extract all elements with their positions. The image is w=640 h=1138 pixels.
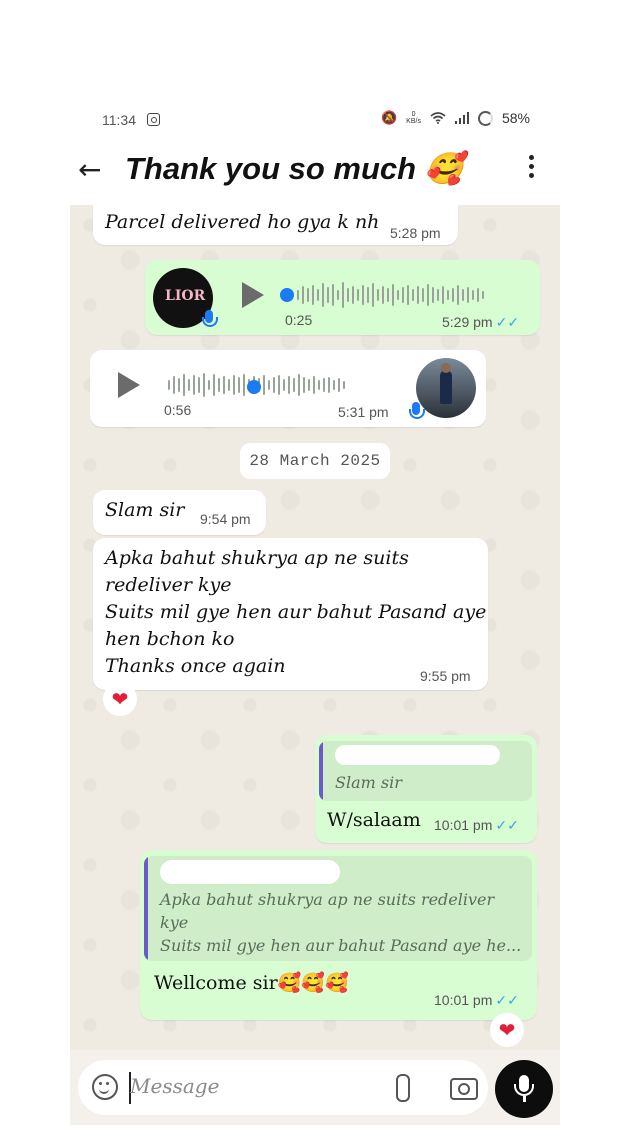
message-bubble-incoming[interactable]: Parcel delivered ho gya k nh 5:28 pm xyxy=(93,205,458,245)
message-text: W/salaam xyxy=(327,809,421,831)
voice-message-outgoing[interactable]: LIOR 0:25 5:29 pm ✓✓ xyxy=(145,260,540,335)
avatar-logo-text: LIOR xyxy=(165,288,206,304)
message-time: 10:01 pm ✓✓ xyxy=(434,817,519,834)
redacted-sender xyxy=(160,860,340,884)
quoted-text-block: Apka bahut shukrya ap ne suits redeliver… xyxy=(160,888,521,957)
status-bar: 11:34 🔕 0 KB/s 58% xyxy=(70,95,560,145)
quoted-text: Slam sir xyxy=(335,773,402,792)
voice-progress-handle[interactable] xyxy=(280,288,294,302)
voice-waveform[interactable] xyxy=(297,280,484,310)
net-speed-value: 0 xyxy=(411,111,416,118)
status-time: 11:34 xyxy=(102,112,136,128)
message-text-block: Apka bahut shukrya ap ne suits redeliver… xyxy=(105,545,486,680)
play-icon[interactable] xyxy=(242,282,264,308)
quoted-line: kye xyxy=(160,913,189,932)
heart-reaction-icon[interactable]: ❤ xyxy=(103,682,137,716)
avatar-head xyxy=(441,363,451,373)
reply-message-outgoing[interactable]: Apka bahut shukrya ap ne suits redeliver… xyxy=(140,850,537,1020)
microphone-icon xyxy=(202,310,218,327)
message-time-text: 10:01 pm xyxy=(434,817,493,833)
battery-ring-icon xyxy=(477,110,493,126)
message-bubble-incoming[interactable]: Slam sir 9:54 pm xyxy=(93,490,266,535)
more-options-icon[interactable] xyxy=(529,155,534,182)
chat-area: Parcel delivered ho gya k nh 5:28 pm LIO… xyxy=(70,205,560,1050)
battery-level: 58% xyxy=(501,110,530,126)
back-arrow-icon[interactable]: ← xyxy=(78,153,101,186)
microphone-icon xyxy=(409,402,425,419)
message-line: hen bchon ko xyxy=(105,628,235,650)
read-ticks-icon: ✓✓ xyxy=(495,817,519,833)
voice-progress-handle[interactable] xyxy=(247,380,261,394)
quote-bar xyxy=(319,741,323,801)
reply-message-outgoing[interactable]: Slam sir W/salaam 10:01 pm ✓✓ xyxy=(315,735,537,843)
message-time: 9:55 pm xyxy=(420,668,471,684)
quote-bar xyxy=(144,856,148,961)
message-line: Apka bahut shukrya ap ne suits xyxy=(105,547,409,569)
mute-bell-icon: 🔕 xyxy=(380,110,398,125)
sticker-icon[interactable] xyxy=(92,1074,118,1100)
message-input[interactable]: Message xyxy=(130,1074,219,1098)
phone-screen: 11:34 🔕 0 KB/s 58% ← Thank you so much 🥰… xyxy=(70,95,560,1125)
wifi-icon xyxy=(430,112,446,124)
voice-duration: 0:25 xyxy=(285,312,313,328)
net-speed-unit: KB/s xyxy=(406,118,421,125)
message-bubble-incoming[interactable]: Apka bahut shukrya ap ne suits redeliver… xyxy=(93,538,488,690)
message-time: 9:54 pm xyxy=(200,511,251,527)
signal-icon xyxy=(454,112,469,124)
instagram-icon xyxy=(147,113,160,126)
quoted-line: Apka bahut shukrya ap ne suits redeliver xyxy=(160,890,495,909)
message-line: Suits mil gye hen aur bahut Pasand aye xyxy=(105,601,487,623)
attach-icon[interactable] xyxy=(396,1074,410,1102)
message-time: 5:29 pm ✓✓ xyxy=(442,314,519,331)
quoted-line: Suits mil gye hen aur bahut Pasand aye h… xyxy=(160,936,522,955)
message-line: redeliver kye xyxy=(105,574,232,596)
message-input-bar[interactable]: Message xyxy=(78,1060,488,1115)
message-time-text: 5:29 pm xyxy=(442,314,493,330)
chat-title[interactable]: Thank you so much 🥰 xyxy=(125,150,463,187)
message-text: Parcel delivered ho gya k nh xyxy=(105,211,380,233)
heart-reaction-icon[interactable]: ❤ xyxy=(490,1013,524,1047)
play-icon[interactable] xyxy=(118,372,140,398)
message-text: Wellcome sir🥰🥰🥰 xyxy=(154,972,349,994)
read-ticks-icon: ✓✓ xyxy=(495,992,519,1008)
status-icons: 🔕 0 KB/s 58% xyxy=(381,110,530,126)
microphone-base xyxy=(523,1096,526,1102)
message-time: 5:31 pm xyxy=(338,404,389,420)
date-separator: 28 March 2025 xyxy=(240,443,390,479)
chat-header: ← Thank you so much 🥰 xyxy=(70,145,560,205)
redacted-sender xyxy=(335,745,500,765)
quoted-message[interactable]: Slam sir xyxy=(319,741,532,801)
message-time: 5:28 pm xyxy=(390,225,441,241)
camera-icon[interactable] xyxy=(450,1078,478,1100)
read-ticks-icon: ✓✓ xyxy=(495,314,520,330)
avatar xyxy=(416,358,476,418)
message-text: Slam sir xyxy=(105,499,185,521)
microphone-stand xyxy=(514,1084,534,1096)
avatar-figure xyxy=(440,370,452,404)
message-time-text: 10:01 pm xyxy=(434,992,493,1008)
message-time: 10:01 pm ✓✓ xyxy=(434,992,519,1009)
voice-duration: 0:56 xyxy=(164,402,192,418)
voice-record-button[interactable] xyxy=(495,1060,553,1118)
voice-message-incoming[interactable]: 0:56 5:31 pm xyxy=(90,350,486,427)
quoted-message[interactable]: Apka bahut shukrya ap ne suits redeliver… xyxy=(144,856,532,961)
net-speed: 0 KB/s xyxy=(406,111,421,125)
